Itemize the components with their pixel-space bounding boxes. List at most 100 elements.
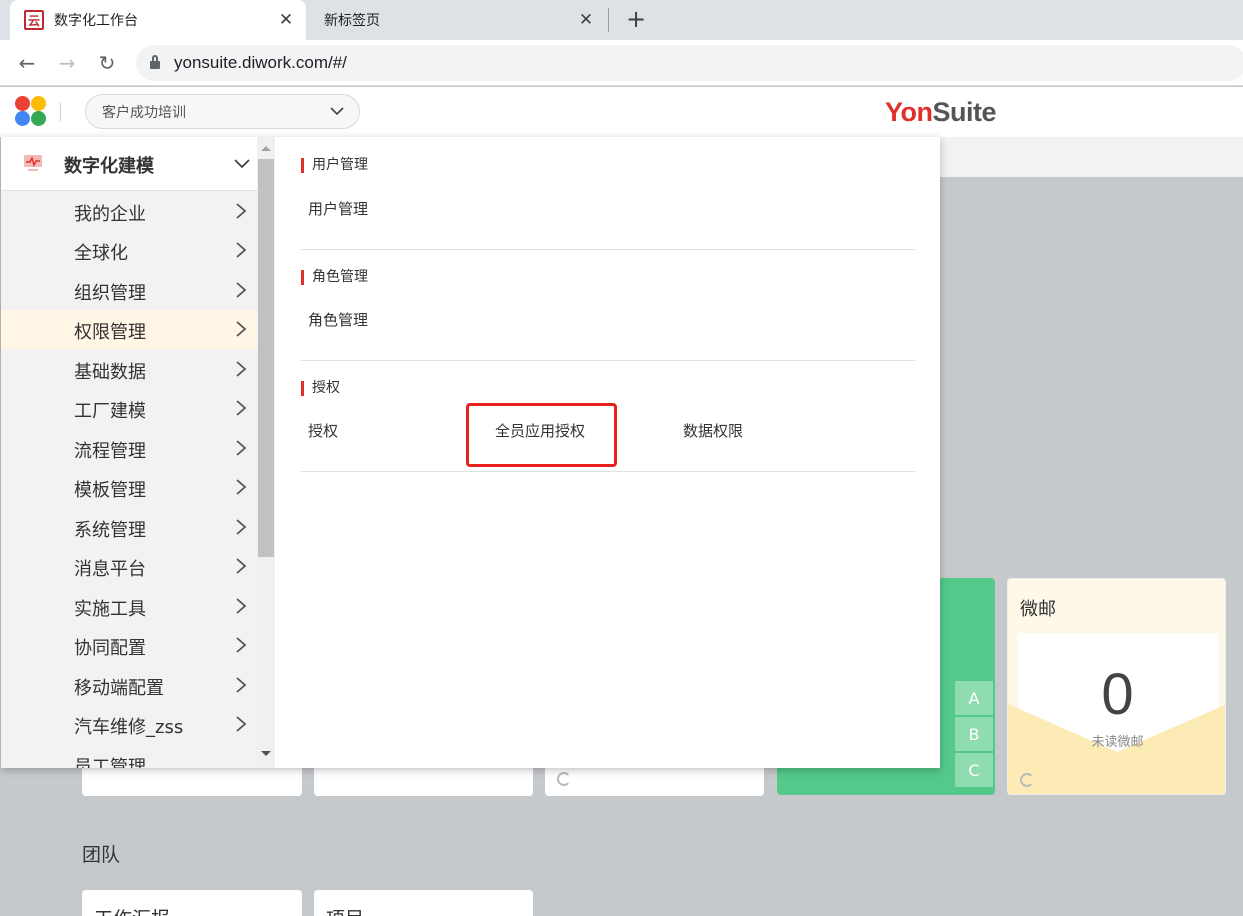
section-title-user-management: 用户管理 [301, 158, 368, 173]
sidebar-item-label: 流程管理 [74, 441, 146, 462]
scroll-up-icon[interactable] [261, 146, 271, 151]
refresh-icon[interactable] [1020, 773, 1034, 787]
url-text: yonsuite.diwork.com/#/ [174, 53, 347, 72]
app-header: 客户成功培训 YonSuite [0, 87, 1243, 137]
tab-new[interactable]: 新标签页 ✕ [310, 0, 606, 40]
chevron-right-icon [236, 321, 247, 337]
link-user-management[interactable]: 用户管理 [308, 198, 368, 219]
chevron-down-icon [234, 159, 250, 169]
sidebar-item-label: 工厂建模 [74, 401, 146, 422]
letter-tile: A [955, 681, 993, 715]
team-heading: 团队 [82, 844, 121, 866]
new-tab-icon[interactable]: + [622, 6, 650, 34]
chevron-right-icon [236, 242, 247, 258]
link-authorization[interactable]: 授权 [308, 420, 338, 441]
forward-icon[interactable]: → [52, 48, 82, 78]
link-data-permissions[interactable]: 数据权限 [683, 420, 743, 441]
sidebar-item-factory-modeling[interactable]: 工厂建模 [1, 389, 257, 428]
chevron-right-icon [236, 637, 247, 653]
sidebar-item-my-enterprise[interactable]: 我的企业 [1, 192, 257, 231]
sidebar-item-employees[interactable]: 员工管理 [1, 745, 257, 768]
chevron-right-icon [236, 203, 247, 219]
sidebar-item-globalization[interactable]: 全球化 [1, 231, 257, 270]
section-divider [301, 360, 915, 361]
section-title-authorization: 授权 [301, 381, 340, 396]
project-card-title: 项目 [326, 908, 364, 916]
sidebar-item-label: 汽车维修_zss [74, 717, 184, 738]
mail-card[interactable]: 微邮 0 未读微邮 [1007, 578, 1226, 795]
scroll-down-icon[interactable] [261, 751, 271, 756]
url-field[interactable]: yonsuite.diwork.com/#/ [136, 45, 1243, 81]
sidebar-item-system[interactable]: 系统管理 [1, 508, 257, 547]
sidebar-item-label: 模板管理 [74, 480, 146, 501]
chevron-right-icon [236, 440, 247, 456]
section-divider [301, 471, 915, 472]
monitor-icon [24, 155, 42, 171]
menu-category-header[interactable]: 数字化建模 [1, 137, 257, 191]
sidebar-item-label: 组织管理 [74, 283, 146, 304]
sidebar-item-mobile[interactable]: 移动端配置 [1, 666, 257, 705]
sidebar-item-label: 基础数据 [74, 362, 146, 383]
tab-separator [608, 8, 609, 32]
project-card[interactable]: 项目 [314, 890, 533, 916]
sidebar-item-car-repair[interactable]: 汽车维修_zss [1, 705, 257, 744]
tab-title: 新标签页 [324, 13, 380, 29]
tab-close-icon[interactable]: ✕ [276, 10, 296, 30]
chevron-right-icon [236, 677, 247, 693]
address-bar: ← → ↻ yonsuite.diwork.com/#/ [0, 40, 1243, 86]
section-divider [301, 249, 915, 250]
sidebar-item-label: 系统管理 [74, 520, 146, 541]
sidebar-item-collaboration[interactable]: 协同配置 [1, 626, 257, 665]
sidebar-item-label: 全球化 [74, 243, 128, 264]
chevron-right-icon [236, 282, 247, 298]
tab-title: 数字化工作台 [54, 13, 138, 29]
chevron-right-icon [236, 716, 247, 732]
app-launcher-icon[interactable] [14, 96, 48, 126]
back-icon[interactable]: ← [12, 48, 42, 78]
sidebar-item-implementation[interactable]: 实施工具 [1, 587, 257, 626]
reload-icon[interactable]: ↻ [92, 48, 122, 78]
brand-logo: YonSuite [885, 97, 997, 127]
refresh-icon[interactable] [557, 772, 571, 786]
tab-close-icon[interactable]: ✕ [576, 10, 596, 30]
report-card[interactable]: 工作汇报 [82, 890, 302, 916]
chevron-right-icon [236, 558, 247, 574]
tenant-select[interactable]: 客户成功培训 [85, 94, 360, 129]
sidebar-item-messages[interactable]: 消息平台 [1, 547, 257, 586]
menu-category-title: 数字化建模 [64, 156, 154, 177]
mail-subtitle: 未读微邮 [1091, 735, 1144, 750]
letter-tile: B [955, 717, 993, 751]
link-role-management[interactable]: 角色管理 [308, 309, 368, 330]
sidebar-item-label: 移动端配置 [74, 678, 164, 699]
chevron-right-icon [236, 361, 247, 377]
sidebar-item-templates[interactable]: 模板管理 [1, 468, 257, 507]
sidebar-item-base-data[interactable]: 基础数据 [1, 350, 257, 389]
chevron-down-icon [330, 107, 344, 116]
sidebar-item-process[interactable]: 流程管理 [1, 429, 257, 468]
letter-tile: C [955, 753, 993, 787]
report-card-title: 工作汇报 [94, 908, 170, 916]
tab-active[interactable]: 云 数字化工作台 ✕ [10, 0, 306, 40]
scrollbar-thumb[interactable] [258, 159, 274, 557]
sidebar-item-label: 实施工具 [74, 599, 146, 620]
sidebar-item-permissions[interactable]: 权限管理 [1, 310, 257, 349]
section-title-role-management: 角色管理 [301, 270, 368, 285]
sidebar-item-organization[interactable]: 组织管理 [1, 271, 257, 310]
header-subbar [939, 137, 1243, 177]
menu-sidebar: 数字化建模 我的企业 全球化 组织管理 权限管理 基础数据 工厂建模 流程管理 … [1, 137, 257, 768]
sidebar-item-label: 我的企业 [74, 204, 146, 225]
sidebar-item-label: 员工管理 [74, 757, 146, 768]
header-divider [60, 103, 61, 121]
browser-tab-bar: 云 数字化工作台 ✕ 新标签页 ✕ + [0, 0, 1243, 40]
sidebar-item-label: 消息平台 [74, 559, 146, 580]
app-favicon-icon: 云 [24, 10, 44, 30]
sidebar-item-label: 协同配置 [74, 638, 146, 659]
sidebar-scrollbar[interactable] [257, 137, 275, 768]
tenant-label: 客户成功培训 [102, 104, 186, 121]
chevron-right-icon [236, 519, 247, 535]
chevron-right-icon [236, 598, 247, 614]
chevron-right-icon [236, 400, 247, 416]
lock-icon [150, 55, 160, 69]
mail-title: 微邮 [1020, 599, 1056, 620]
chevron-right-icon [236, 479, 247, 495]
